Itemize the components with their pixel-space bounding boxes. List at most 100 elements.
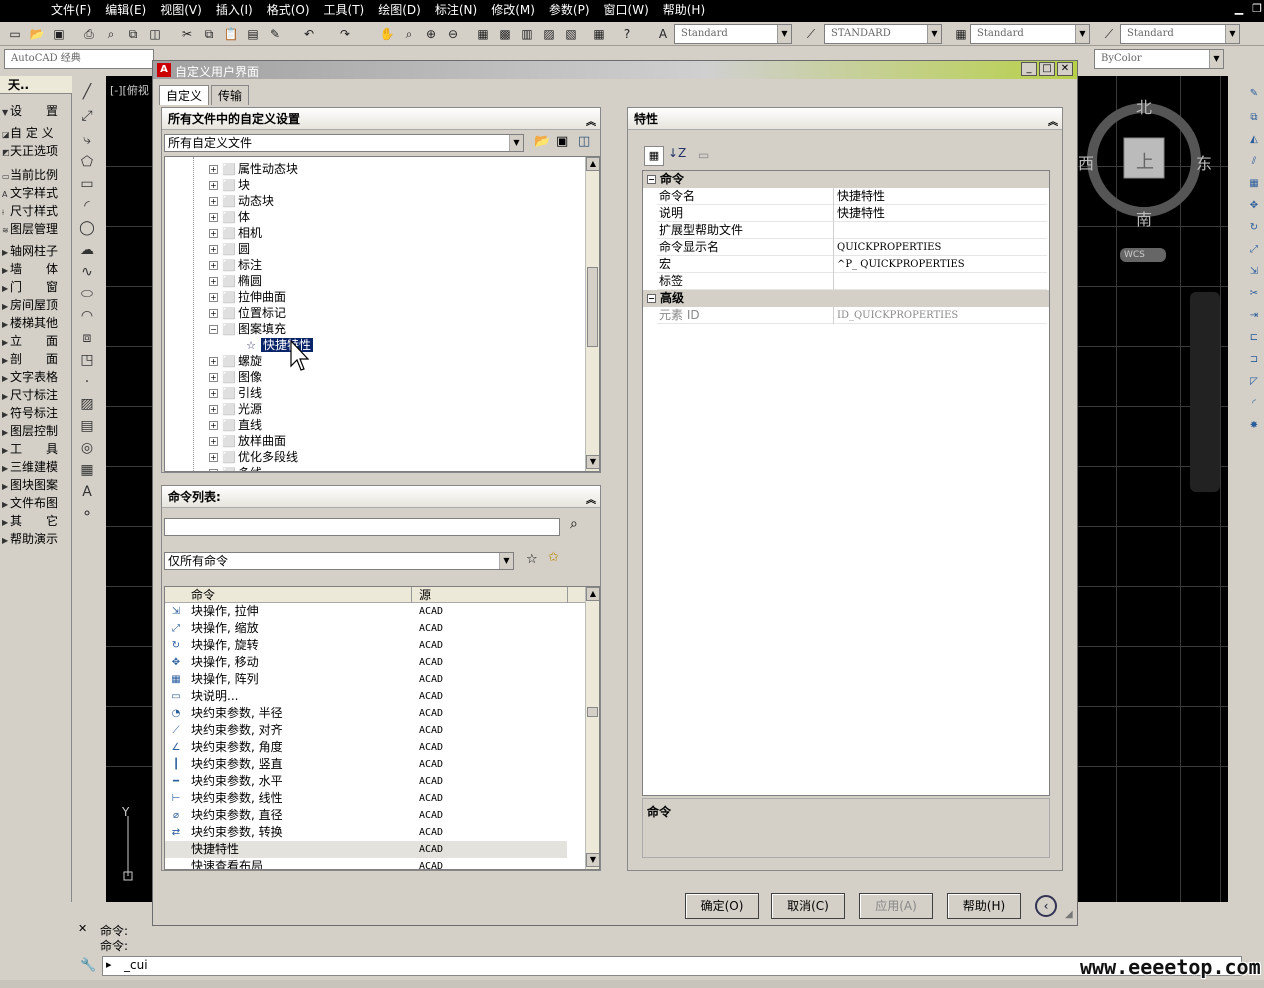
tree-node-hatch[interactable]: − ⬜ 图案填充 <box>209 321 286 337</box>
tree-node[interactable]: + ⬜ 动态块 <box>209 193 274 209</box>
offset-icon[interactable]: ⫽ <box>1246 156 1262 172</box>
command-list[interactable]: 命令 源 ⇲ 块操作, 拉伸 ACAD ⤢ 块操作, 缩放 ACAD ↻ 块操作, 旋转 A… <box>164 586 600 870</box>
tree-node[interactable]: +⬜多线 <box>209 465 262 471</box>
new-file-icon[interactable]: ▭ <box>6 25 24 43</box>
tree-node[interactable]: + ⬜ 标注 <box>209 257 262 273</box>
lp-elevation[interactable]: ▶ 立 面 <box>0 332 72 350</box>
column-command[interactable]: 命令 <box>191 587 215 603</box>
menu-insert[interactable]: 插入(I) <box>209 0 260 20</box>
join-icon[interactable]: ⊐ <box>1246 354 1262 370</box>
tree-node[interactable]: + ⬜ 块 <box>209 177 250 193</box>
compass-south[interactable]: 南 <box>1136 206 1152 230</box>
stretch-icon[interactable]: ⇲ <box>1246 266 1262 282</box>
collapse-dialog-icon[interactable]: ‹ <box>1035 895 1057 917</box>
multileader-style-combo[interactable]: Standard ▼ <box>1120 24 1240 44</box>
hatch-icon[interactable]: ▨ <box>76 396 98 416</box>
close-command-icon[interactable]: ✕ <box>78 922 87 935</box>
array-icon[interactable]: ▦ <box>1246 178 1262 194</box>
minimize-icon[interactable]: ▁ <box>1232 2 1246 15</box>
open-file-icon[interactable]: 📂 <box>534 134 550 149</box>
markup-icon[interactable]: ▧ <box>562 25 580 43</box>
polygon-icon[interactable]: ⬠ <box>76 154 98 174</box>
menu-view[interactable]: 视图(V) <box>153 0 209 20</box>
sheetset-icon[interactable]: ▨ <box>540 25 558 43</box>
tree-scrollbar[interactable]: ▲ ▼ <box>585 157 599 471</box>
lp-3d[interactable]: ▶ 三维建模 <box>0 458 72 476</box>
table-style-combo[interactable]: Standard ▼ <box>970 24 1090 44</box>
prop-description[interactable]: 说明 快捷特性 <box>657 205 1047 222</box>
sort-alphabetical-icon[interactable]: ↓Z <box>668 146 686 160</box>
collapse-icon[interactable]: ︽ <box>1048 112 1058 134</box>
new-command-icon[interactable]: ✩ <box>548 550 559 565</box>
table-style-icon[interactable]: ▦ <box>952 25 970 43</box>
compass-west[interactable]: 西 <box>1078 150 1094 174</box>
ellipse-icon[interactable]: ⬭ <box>76 286 98 306</box>
lp-layer-manager[interactable]: ≋图层管理 <box>0 220 72 238</box>
navigation-bar[interactable] <box>1190 292 1220 492</box>
apply-button[interactable]: 应用(A) <box>859 893 933 919</box>
dialog-maximize-icon[interactable]: □ <box>1039 62 1055 76</box>
lp-settings[interactable]: ▼ 设 置 <box>0 102 72 120</box>
ellipse-arc-icon[interactable]: ◠ <box>76 308 98 328</box>
cancel-button[interactable]: 取消(C) <box>771 893 845 919</box>
command-row[interactable]: ⇄ 块约束参数, 转换 ACAD <box>165 824 585 841</box>
spline-icon[interactable]: ∿ <box>76 264 98 284</box>
erase-icon[interactable]: ✎ <box>1246 88 1262 104</box>
prop-extended-help[interactable]: 扩展型帮助文件 <box>657 222 1047 239</box>
cut-icon[interactable]: ✂ <box>178 25 196 43</box>
mirror-icon[interactable]: ◭ <box>1246 134 1262 150</box>
lp-tools[interactable]: ▶ 工 具 <box>0 440 72 458</box>
wcs-menu[interactable]: WCS <box>1120 248 1166 262</box>
dialog-titlebar[interactable] <box>153 61 1077 79</box>
lp-room-roof[interactable]: ▶ 房间屋顶 <box>0 296 72 314</box>
compass-north[interactable]: 北 <box>1136 94 1152 118</box>
lp-scale[interactable]: ▭当前比例 <box>0 166 72 184</box>
tree-node[interactable]: + ⬜ 体 <box>209 209 250 225</box>
collapse-icon[interactable]: ︽ <box>586 490 596 512</box>
scale-icon[interactable]: ⤢ <box>1246 244 1262 260</box>
publish-icon[interactable]: ⧉ <box>124 25 142 43</box>
copy-object-icon[interactable]: ⧉ <box>1246 112 1262 128</box>
resize-grip-icon[interactable]: ◢ <box>1065 909 1073 920</box>
make-block-icon[interactable]: ◳ <box>76 352 98 372</box>
lp-customize[interactable]: ◪自 定 义 <box>0 124 72 142</box>
prop-tags[interactable]: 标签 <box>657 273 1047 290</box>
prop-macro[interactable]: 宏 ^P_ QUICKPROPERTIES <box>657 256 1047 273</box>
redo-icon[interactable]: ↷ <box>336 25 354 43</box>
dialog-minimize-icon[interactable]: _ <box>1021 62 1037 76</box>
lp-text-style[interactable]: A 文字样式 <box>0 184 72 202</box>
category-advanced[interactable]: − 高级 <box>643 290 1049 307</box>
multileader-style-icon[interactable]: ⟋ <box>1100 25 1118 43</box>
command-row[interactable]: ⊢ 块约束参数, 线性 ACAD <box>165 790 585 807</box>
lp-section[interactable]: ▶ 剖 面 <box>0 350 72 368</box>
zoom-previous-icon[interactable]: ⊖ <box>444 25 462 43</box>
trim-icon[interactable]: ✂ <box>1246 288 1262 304</box>
command-search-input[interactable] <box>164 518 560 536</box>
command-row[interactable]: ◔ 块约束参数, 半径 ACAD <box>165 705 585 722</box>
collapse-icon[interactable]: ︽ <box>586 112 596 134</box>
tree-node[interactable]: + ⬜ 椭圆 <box>209 273 262 289</box>
menu-draw[interactable]: 绘图(D) <box>371 0 428 20</box>
rectangle-icon[interactable]: ▭ <box>76 176 98 196</box>
menu-edit[interactable]: 编辑(E) <box>98 0 153 20</box>
lp-blocks[interactable]: ▶ 图块图案 <box>0 476 72 494</box>
wrench-icon[interactable]: 🔧 <box>80 958 96 973</box>
lp-symbol[interactable]: ▶ 符号标注 <box>0 404 72 422</box>
dim-style-combo[interactable]: STANDARD ▼ <box>824 24 942 44</box>
tree-node[interactable]: + ⬜ 光源 <box>209 401 262 417</box>
command-row[interactable]: ∠ 块约束参数, 角度 ACAD <box>165 739 585 756</box>
help-icon[interactable]: ? <box>618 25 636 43</box>
column-source[interactable]: 源 <box>419 587 431 603</box>
properties-icon[interactable]: ▦ <box>474 25 492 43</box>
explode-icon[interactable]: ✸ <box>1246 420 1262 436</box>
print-preview-icon[interactable]: ⌕ <box>102 25 120 43</box>
paste-icon[interactable]: 📋 <box>222 25 240 43</box>
zoom-window-icon[interactable]: ⊕ <box>422 25 440 43</box>
command-filter-dropdown[interactable]: 仅所有命令 ▼ <box>164 552 514 570</box>
circle-icon[interactable]: ◯ <box>76 220 98 240</box>
menu-modify[interactable]: 修改(M) <box>484 0 542 20</box>
tree-node[interactable]: + ⬜ 直线 <box>209 417 262 433</box>
tree-node[interactable]: + ⬜ 拉伸曲面 <box>209 289 286 305</box>
fillet-icon[interactable]: ◜ <box>1246 398 1262 414</box>
lp-layer-control[interactable]: ▶ 图层控制 <box>0 422 72 440</box>
